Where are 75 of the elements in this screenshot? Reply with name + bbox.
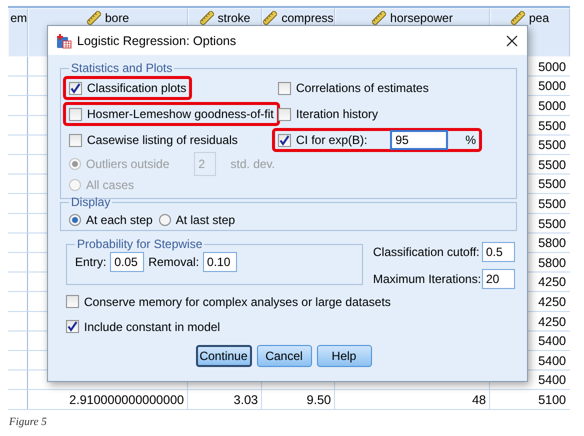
checkbox-label[interactable]: Conserve memory for complex analyses or large datasets (84, 294, 391, 308)
dialog-button[interactable]: Help (316, 345, 372, 367)
table-cell: 5400 (538, 354, 566, 368)
input-field[interactable]: 95 (390, 130, 448, 150)
ruler-icon (200, 11, 214, 25)
table-cell: 5500 (538, 118, 566, 133)
ruler-icon (510, 11, 525, 25)
table-cell: 4250 (538, 294, 566, 309)
table-cell: 5400 (538, 334, 566, 348)
table-cell: 5500 (538, 158, 566, 172)
checkbox[interactable] (66, 295, 79, 308)
ruler-icon (372, 11, 386, 25)
table-cell: 4250 (538, 314, 566, 329)
table-cell: 9.50 (306, 392, 331, 407)
figure-caption: Figure 5 (9, 416, 47, 428)
ruler-icon (263, 11, 278, 25)
checkbox[interactable] (278, 82, 291, 94)
unit-label: std. dev. (230, 156, 275, 170)
group-title: Probability for Stepwise (76, 237, 204, 251)
table-cell: 5800 (538, 236, 566, 250)
table-cell: 2.910000000000000 (69, 392, 184, 407)
checkbox-label[interactable]: Classification plots (87, 81, 186, 95)
column-title: em (10, 11, 27, 25)
input-field[interactable]: 0.5 (482, 242, 515, 262)
group-title: Statistics and Plots (70, 61, 174, 75)
radio-button[interactable] (69, 214, 81, 226)
ruler-icon (86, 11, 101, 25)
group-title: Display (70, 195, 112, 209)
dialog-button[interactable]: Cancel (256, 345, 312, 367)
table-cell: 5000 (538, 98, 566, 113)
table-cell: 5800 (538, 256, 566, 270)
field-label: Removal: (148, 255, 200, 269)
checkbox[interactable] (69, 134, 82, 146)
checkbox[interactable] (69, 82, 82, 94)
input-field[interactable]: 0.05 (110, 252, 144, 272)
checkbox[interactable] (278, 108, 291, 120)
checkbox-label[interactable]: Correlations of estimates (296, 81, 429, 95)
checkbox-label[interactable]: Hosmer-Lemeshow goodness-of-fit (87, 107, 274, 121)
table-cell: 5500 (538, 196, 566, 211)
field-label: Maximum Iterations: (373, 272, 482, 286)
table-cell: 3.03 (234, 392, 258, 407)
table-cell: 4250 (538, 275, 566, 290)
dialog-button[interactable]: Continue (196, 345, 252, 367)
table-cell: 5500 (538, 138, 566, 152)
table-icon (56, 32, 72, 48)
table-cell: 5500 (538, 177, 566, 192)
table-cell: 5000 (538, 79, 566, 94)
table-cell: 5500 (538, 216, 566, 231)
column-title: compress (281, 11, 334, 25)
table-cell: 5000 (538, 60, 566, 74)
unit-label: % (465, 133, 476, 147)
checkbox[interactable] (278, 134, 291, 146)
table-cell: 48 (472, 392, 486, 407)
table-cell: 5400 (538, 373, 566, 388)
column-header[interactable]: em (8, 8, 28, 57)
column-title: stroke (218, 11, 250, 25)
field-label: Classification cutoff: (373, 245, 480, 259)
checkbox[interactable] (69, 108, 82, 120)
input-field[interactable]: 0.10 (203, 252, 238, 272)
close-icon[interactable] (505, 34, 519, 48)
window-title: Logistic Regression: Options (77, 34, 238, 48)
radio-button[interactable] (158, 214, 171, 226)
column-title: pea (528, 11, 550, 25)
radio-label[interactable]: At each step (86, 212, 153, 226)
field-label: Entry: (75, 255, 106, 269)
checkbox-label[interactable]: CI for exp(B): (296, 133, 368, 147)
checkbox-label[interactable]: Iteration history (296, 107, 378, 121)
column-title: bore (104, 11, 130, 25)
radio-label[interactable]: At last step (176, 212, 236, 226)
checkbox[interactable] (66, 320, 79, 333)
table-cell: 5100 (538, 392, 566, 407)
checkbox-label[interactable]: Include constant in model (84, 320, 220, 334)
input-field[interactable]: 20 (482, 269, 515, 289)
checkbox-label[interactable]: Casewise listing of residuals (87, 133, 238, 147)
column-title: horsepower (390, 11, 453, 25)
